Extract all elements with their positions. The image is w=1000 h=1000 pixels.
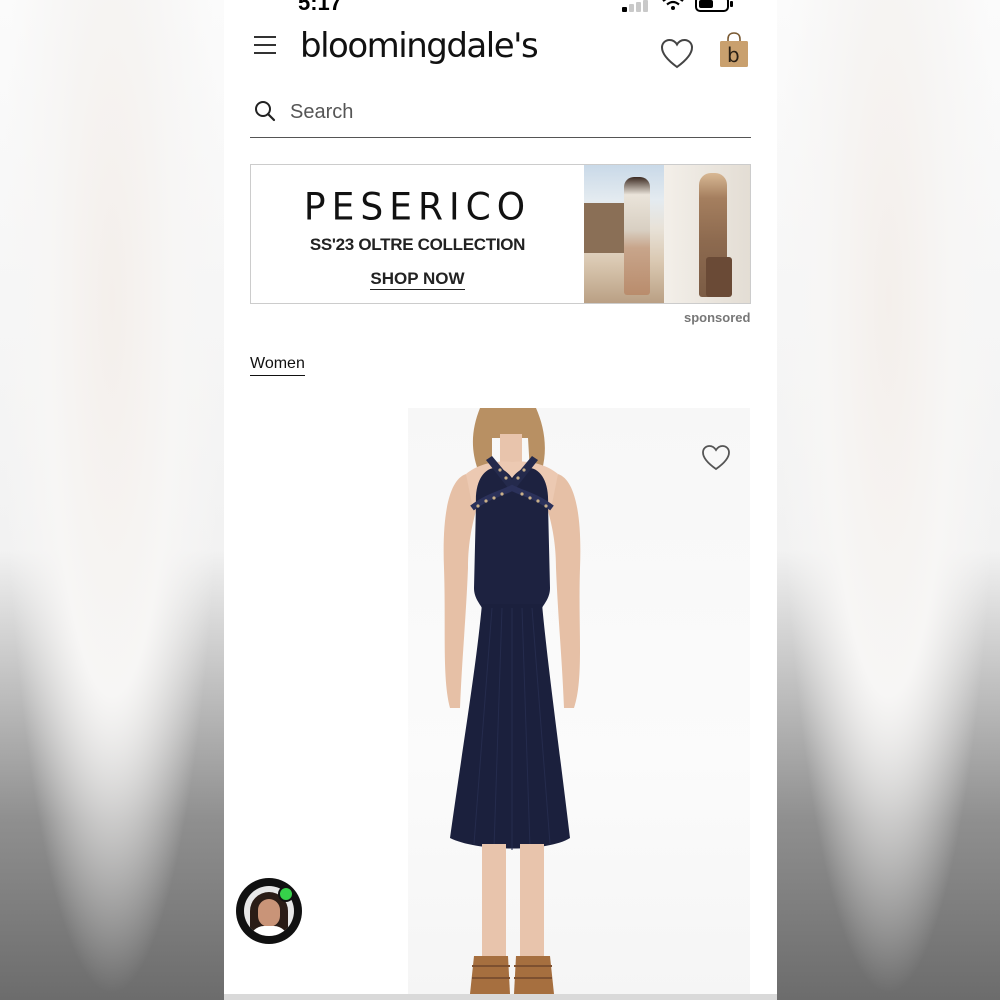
product-image[interactable] (408, 408, 750, 994)
phone-bottom-edge (224, 994, 777, 1000)
chat-avatar-button[interactable] (236, 878, 302, 944)
battery-icon (695, 0, 733, 12)
background-right (777, 0, 1000, 1000)
banner-subtitle: SS'23 OLTRE COLLECTION (309, 235, 526, 254)
signal-icon (622, 0, 652, 12)
bag-letter: b (727, 43, 740, 67)
banner-shop-now-link[interactable]: SHOP NOW (251, 269, 584, 290)
sponsored-banner[interactable]: PESERICO SS'23 OLTRE COLLECTION SHOP NOW (250, 164, 751, 304)
background-left (0, 0, 224, 1000)
sponsored-label: sponsored (684, 310, 751, 325)
search-bar[interactable] (250, 92, 751, 138)
status-time: 5:17 (298, 0, 343, 15)
brand-logo[interactable]: bloomingdale's (300, 26, 539, 66)
product-dress-photo (443, 408, 581, 994)
banner-photo (584, 165, 750, 303)
product-wishlist-heart-icon[interactable] (701, 444, 731, 472)
shopping-bag-icon[interactable]: b (719, 32, 749, 68)
search-input[interactable] (290, 96, 730, 128)
banner-cta-label: SHOP NOW (370, 269, 465, 290)
banner-brand: PESERICO (303, 185, 532, 230)
breadcrumb-women[interactable]: Women (250, 355, 305, 376)
menu-icon[interactable] (254, 34, 278, 54)
search-icon (255, 101, 276, 122)
online-status-dot (278, 886, 294, 902)
phone-screen: 5:17 bloomingdale's b PESERICO (224, 0, 777, 994)
wifi-icon (662, 0, 684, 10)
wishlist-heart-icon[interactable] (660, 38, 694, 70)
